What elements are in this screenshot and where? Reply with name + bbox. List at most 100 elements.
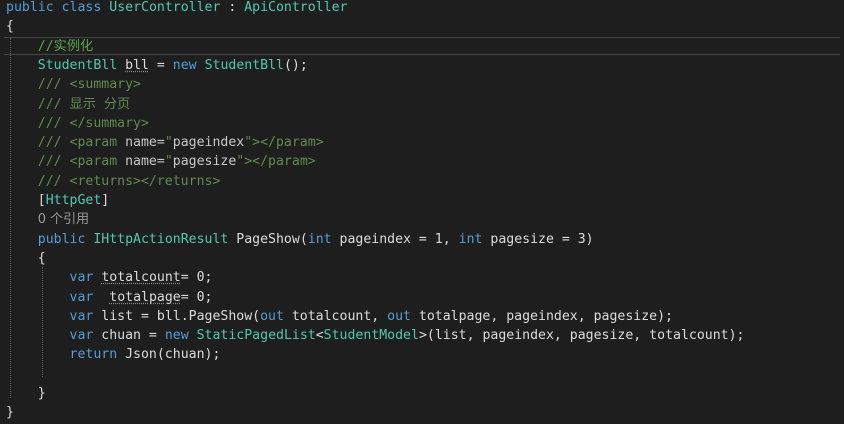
code-token: totalcount, bbox=[283, 308, 388, 324]
code-line[interactable]: var list = bll.PageShow(out totalcount, … bbox=[0, 307, 844, 326]
code-text: } bbox=[6, 403, 14, 422]
code-token: = 0; bbox=[180, 270, 213, 286]
code-text: var totalcount= 0; bbox=[6, 268, 213, 287]
code-token: { bbox=[6, 19, 14, 35]
code-token: name= bbox=[125, 135, 165, 151]
code-token: "></param> bbox=[236, 154, 316, 170]
code-text: { bbox=[6, 17, 14, 36]
code-token: </summary> bbox=[69, 115, 149, 131]
code-token: PageShow( bbox=[236, 231, 308, 247]
code-line[interactable]: var totalcount= 0; bbox=[0, 268, 844, 287]
code-text: return Json(chuan); bbox=[6, 345, 221, 364]
code-token: (); bbox=[283, 57, 308, 73]
code-token: /// bbox=[37, 173, 70, 189]
code-token: Json(chuan); bbox=[117, 347, 221, 363]
code-token: " bbox=[164, 135, 173, 151]
code-token: new bbox=[172, 57, 197, 73]
code-line[interactable]: var chuan = new StaticPagedList<StudentM… bbox=[0, 326, 844, 345]
code-token: ApiController bbox=[244, 0, 348, 15]
code-token: var bbox=[69, 270, 94, 286]
code-text: /// <param name="pagesize"></param> bbox=[6, 152, 316, 171]
code-line[interactable]: { bbox=[0, 17, 844, 36]
code-token: list = bll.PageShow( bbox=[93, 308, 261, 324]
code-line[interactable]: return Json(chuan); bbox=[0, 345, 844, 364]
code-token: StudentModel bbox=[323, 328, 419, 344]
code-token: var bbox=[69, 308, 94, 324]
code-token: //实例化 bbox=[37, 38, 94, 54]
code-token: <summary> bbox=[69, 77, 141, 93]
code-line[interactable]: } bbox=[0, 403, 844, 422]
code-token: StaticPagedList bbox=[196, 328, 316, 344]
code-token: return bbox=[69, 347, 118, 363]
code-token: ] bbox=[101, 193, 110, 208]
codelens-reference-count[interactable]: 0 个引用 bbox=[38, 212, 89, 227]
code-token: < bbox=[315, 328, 324, 344]
code-token: var bbox=[69, 328, 94, 344]
code-text: /// <summary> bbox=[6, 75, 141, 94]
code-token: public bbox=[6, 0, 54, 15]
code-line[interactable]: /// </summary> bbox=[0, 114, 844, 133]
code-token: class bbox=[61, 0, 102, 15]
code-line[interactable]: public IHttpActionResult PageShow(int pa… bbox=[0, 230, 844, 249]
code-line[interactable]: 0 个引用 bbox=[0, 210, 844, 229]
code-token: totalpage, pageindex, pagesize); bbox=[410, 308, 673, 324]
code-line[interactable]: //实例化 bbox=[0, 37, 844, 56]
code-token: out bbox=[260, 308, 284, 324]
code-token: int bbox=[458, 231, 483, 247]
code-token: out bbox=[387, 308, 411, 324]
code-line[interactable]: } bbox=[0, 384, 844, 403]
code-text: var totalpage= 0; bbox=[6, 288, 213, 307]
code-token: public bbox=[37, 231, 86, 247]
code-token: /// bbox=[37, 135, 70, 151]
code-token: pageindex bbox=[172, 135, 245, 151]
code-token: "></param> bbox=[244, 135, 324, 151]
code-token: totalcount bbox=[101, 270, 181, 286]
code-line[interactable]: StudentBll bll = new StudentBll(); bbox=[0, 56, 844, 75]
code-token: /// 显示 分页 bbox=[37, 96, 131, 112]
code-text: /// <returns></returns> bbox=[6, 172, 221, 191]
code-token: var bbox=[69, 289, 94, 305]
code-token: } bbox=[6, 386, 46, 401]
code-line[interactable]: /// <param name="pageindex"></param> bbox=[0, 133, 844, 152]
code-token: totalpage bbox=[109, 289, 181, 305]
code-token: /// bbox=[37, 154, 70, 170]
code-token: int bbox=[307, 231, 332, 247]
code-line[interactable]: public class UserController : ApiControl… bbox=[0, 0, 844, 17]
code-line[interactable]: { bbox=[0, 249, 844, 268]
code-line[interactable]: /// <param name="pagesize"></param> bbox=[0, 152, 844, 171]
code-text: //实例化 bbox=[6, 37, 93, 56]
code-token: StudentBll bbox=[37, 57, 118, 73]
code-line[interactable]: /// <returns></returns> bbox=[0, 172, 844, 191]
code-token: <param bbox=[69, 154, 126, 170]
code-token: StudentBll bbox=[204, 57, 284, 73]
code-token: <returns></returns> bbox=[69, 173, 221, 189]
code-line[interactable]: /// <summary> bbox=[0, 75, 844, 94]
code-editor[interactable]: public class UserController : ApiControl… bbox=[0, 0, 844, 424]
code-token: pagesize = 3) bbox=[482, 231, 594, 247]
code-line[interactable]: [HttpGet] bbox=[0, 191, 844, 210]
code-token: = bbox=[148, 57, 173, 73]
code-token: >(list, pageindex, pagesize, totalcount)… bbox=[418, 328, 745, 344]
code-text: [HttpGet] bbox=[6, 191, 109, 210]
code-text: var chuan = new StaticPagedList<StudentM… bbox=[6, 326, 745, 345]
code-line[interactable]: var totalpage= 0; bbox=[0, 288, 844, 307]
code-text: /// <param name="pageindex"></param> bbox=[6, 133, 324, 152]
code-text: public IHttpActionResult PageShow(int pa… bbox=[6, 230, 594, 249]
code-token: { bbox=[6, 250, 46, 266]
code-line[interactable] bbox=[0, 365, 844, 384]
code-text: 0 个引用 bbox=[6, 210, 89, 229]
code-token: name= bbox=[125, 154, 165, 170]
code-line[interactable]: /// 显示 分页 bbox=[0, 95, 844, 114]
code-token: pagesize bbox=[172, 154, 237, 170]
